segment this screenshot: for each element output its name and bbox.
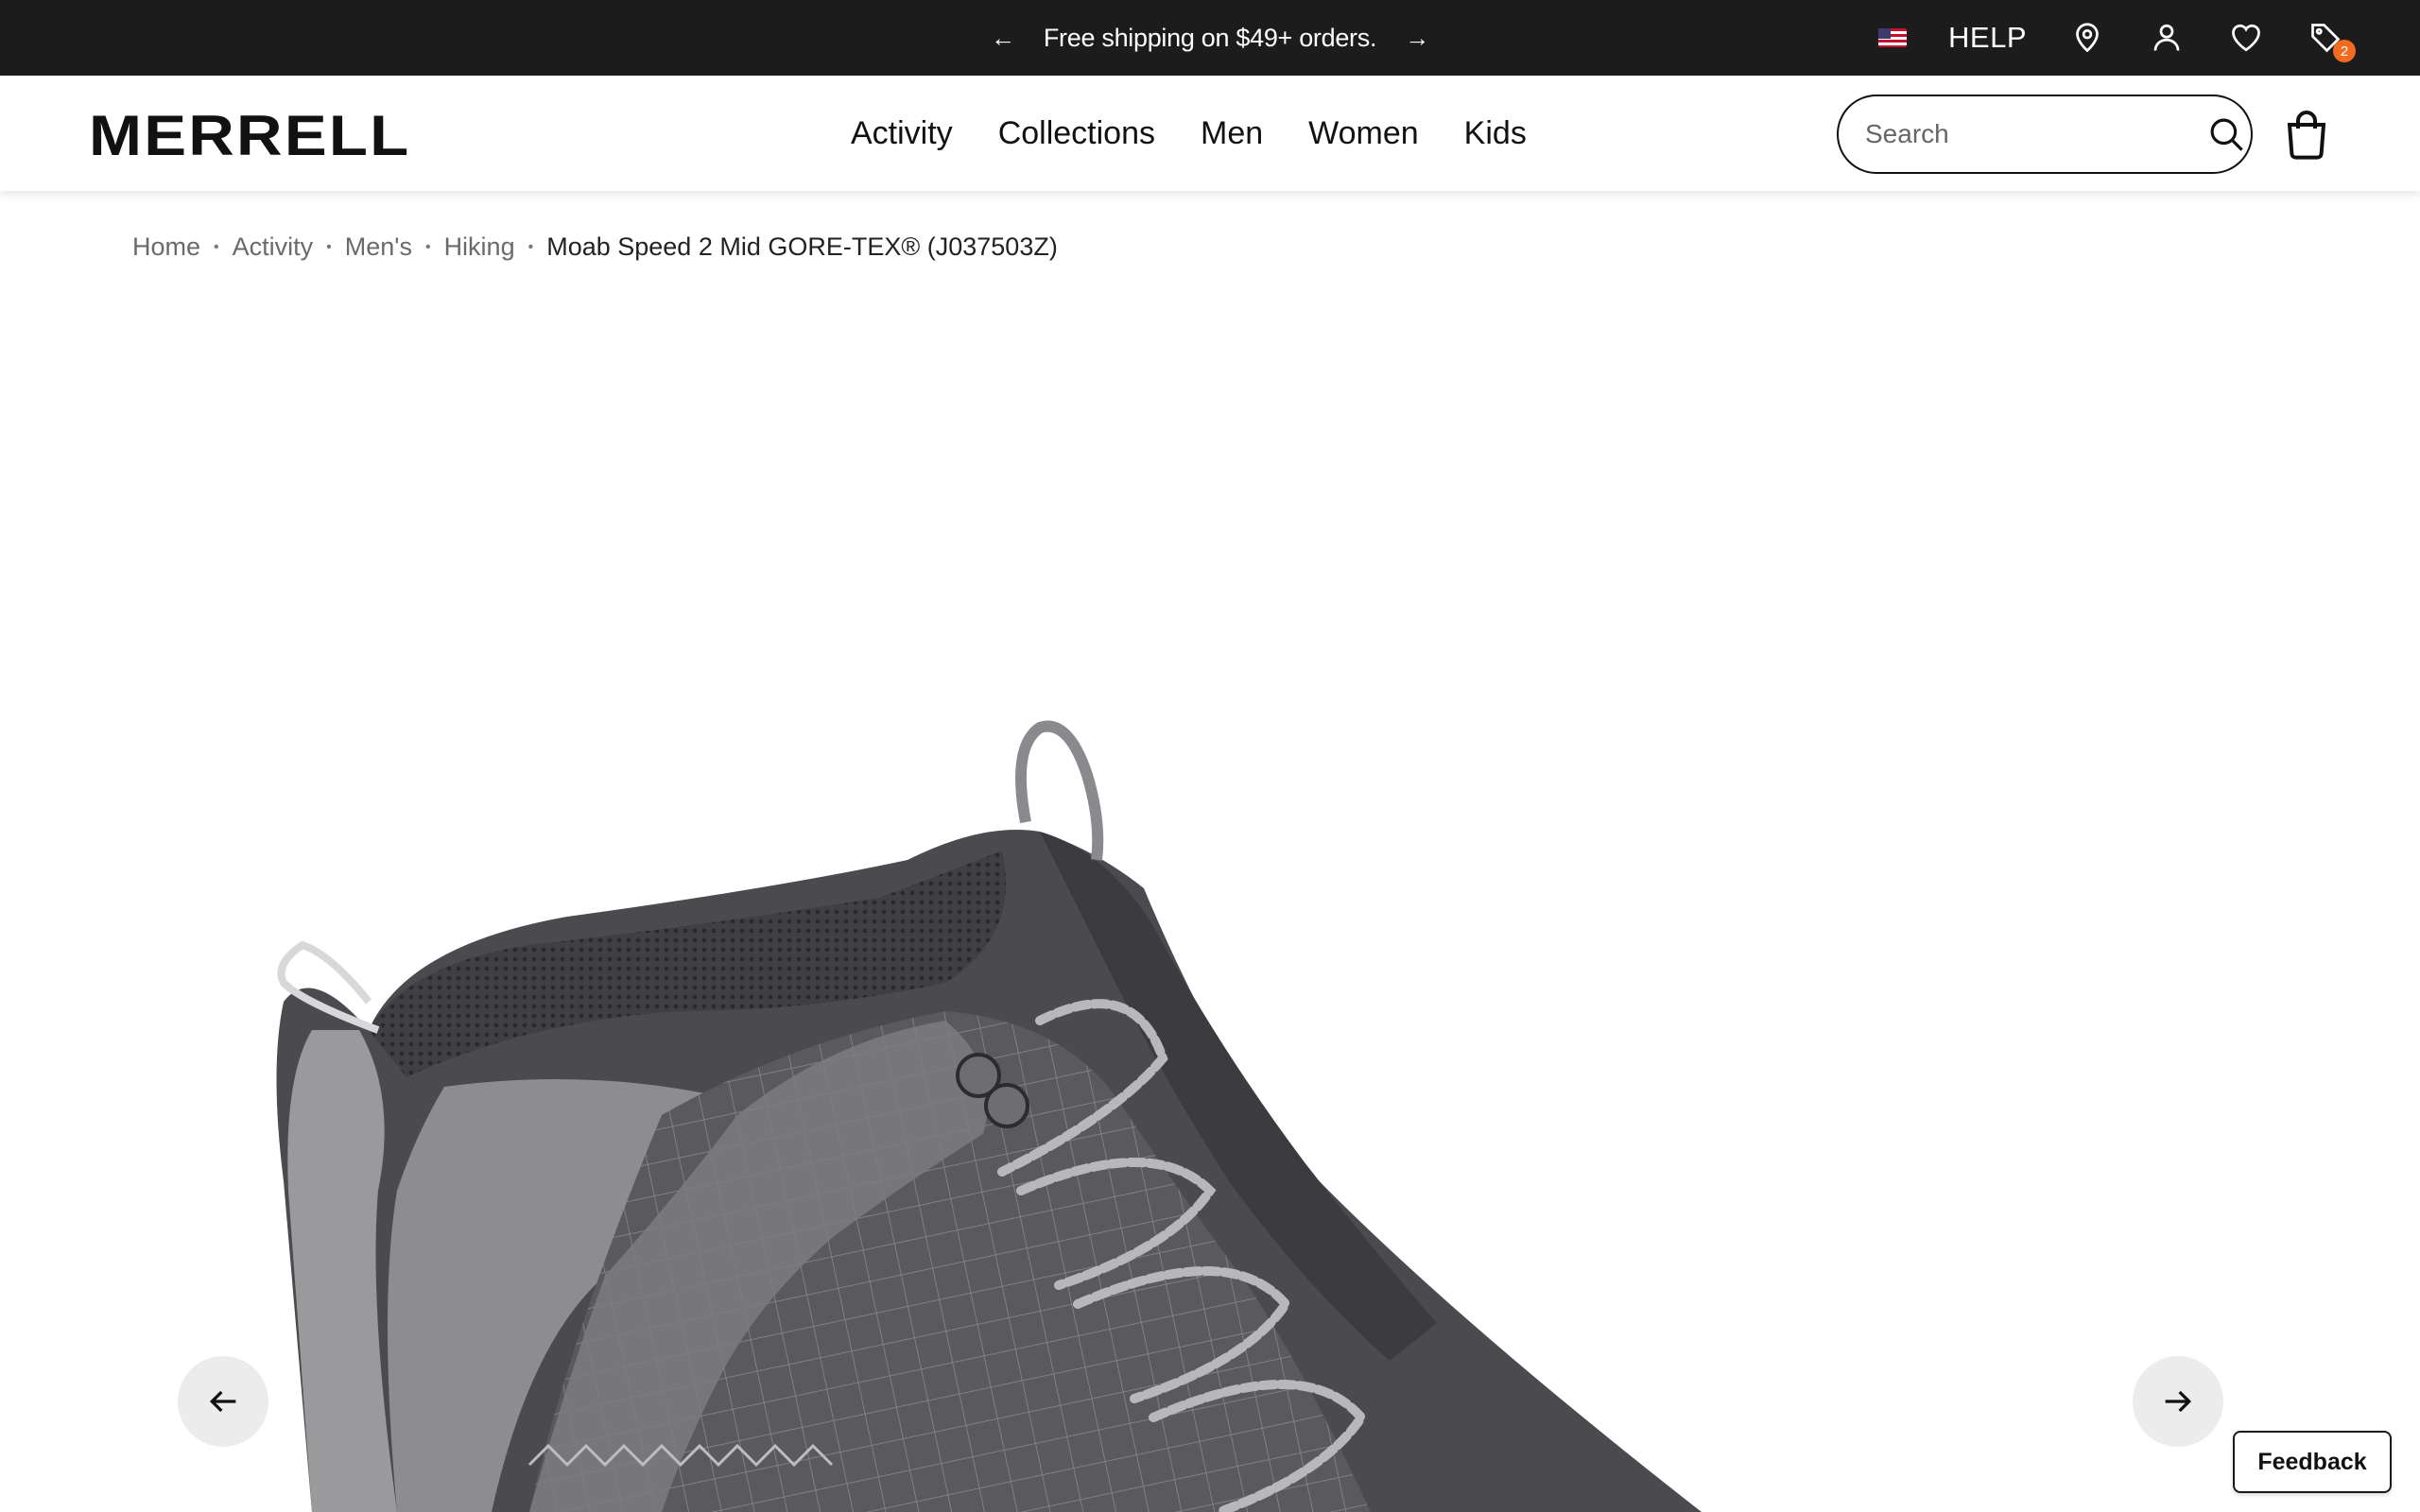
merrell-logo[interactable]: MERRELL (89, 108, 410, 164)
search-icon[interactable] (2206, 113, 2246, 155)
gallery-next-button[interactable] (2133, 1356, 2223, 1447)
arrow-left-icon (209, 1390, 236, 1413)
user-icon[interactable] (2148, 19, 2186, 57)
breadcrumb: Home • Activity • Men's • Hiking • Moab … (132, 232, 1058, 262)
breadcrumb-separator: • (527, 238, 534, 255)
promo-carousel: ← Free shipping on $49+ orders. → (983, 0, 1437, 76)
breadcrumb-activity[interactable]: Activity (233, 232, 314, 262)
nav-collections[interactable]: Collections (998, 115, 1155, 152)
tag-icon[interactable]: 2 (2307, 19, 2356, 62)
search-box (1837, 94, 2253, 174)
breadcrumb-separator: • (424, 238, 431, 255)
offers-count-badge: 2 (2333, 40, 2356, 62)
main-nav: Activity Collections Men Women Kids (851, 76, 1527, 191)
promo-next-arrow-icon[interactable]: → (1405, 24, 1429, 53)
search-input[interactable] (1865, 119, 2206, 149)
feedback-button[interactable]: Feedback (2233, 1431, 2392, 1493)
promo-prev-arrow-icon[interactable]: ← (991, 24, 1015, 53)
help-link[interactable]: HELP (1948, 21, 2027, 55)
breadcrumb-home[interactable]: Home (132, 232, 200, 262)
product-gallery (0, 284, 2420, 1512)
breadcrumb-separator: • (326, 238, 332, 255)
breadcrumb-mens[interactable]: Men's (345, 232, 412, 262)
promo-bar: ← Free shipping on $49+ orders. → HELP 2 (0, 0, 2420, 76)
shopping-bag-icon[interactable] (2282, 108, 2331, 161)
arrow-right-icon (2165, 1390, 2192, 1413)
gallery-prev-button[interactable] (178, 1356, 268, 1447)
nav-women[interactable]: Women (1308, 115, 1419, 152)
us-flag-icon[interactable] (1878, 28, 1908, 47)
utility-nav: HELP 2 (1878, 0, 2356, 76)
main-header: MERRELL Activity Collections Men Women K… (0, 76, 2420, 191)
promo-message[interactable]: Free shipping on $49+ orders. (1044, 24, 1377, 53)
nav-men[interactable]: Men (1201, 115, 1263, 152)
breadcrumb-separator: • (214, 238, 219, 255)
shoe-image (276, 720, 1702, 1512)
location-pin-icon[interactable] (2068, 19, 2106, 57)
nav-kids[interactable]: Kids (1464, 115, 1527, 152)
breadcrumb-current-product: Moab Speed 2 Mid GORE-TEX® (J037503Z) (546, 232, 1058, 261)
breadcrumb-hiking[interactable]: Hiking (444, 232, 515, 262)
heart-icon[interactable] (2227, 19, 2265, 57)
nav-activity[interactable]: Activity (851, 115, 953, 152)
